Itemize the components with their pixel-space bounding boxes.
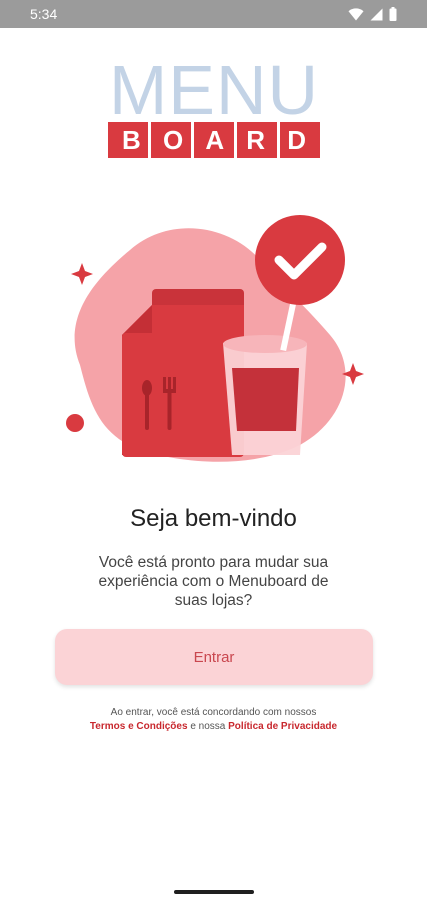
navigation-bar: [0, 868, 427, 900]
wifi-icon: [348, 7, 364, 20]
logo-divider: [148, 122, 151, 158]
legal-line: Ao entrar, você está concordando com nos…: [110, 707, 317, 718]
logo-letter: D: [287, 124, 306, 155]
legal-notice: Ao entrar, você está concordando com nos…: [0, 706, 427, 734]
welcome-title: Seja bem-vindo: [130, 505, 297, 532]
logo-board-band: B O A R D: [108, 122, 320, 158]
logo-divider: [191, 122, 194, 158]
logo-letter: A: [205, 124, 225, 155]
logo-menu-text: MENU: [108, 51, 320, 129]
cellular-signal-icon: [370, 8, 383, 20]
enter-button[interactable]: Entrar: [55, 629, 373, 685]
logo-divider: [234, 122, 237, 158]
legal-links-line: Termos e Condições e nossa Política de P…: [0, 720, 427, 734]
terms-link[interactable]: Termos e Condições: [90, 721, 188, 732]
status-icons: [348, 7, 397, 21]
logo-letter: B: [122, 124, 141, 155]
welcome-message: Você está pronto para mudar sua experiên…: [98, 554, 329, 609]
menuboard-logo: MENU B O A R D: [108, 51, 320, 158]
home-gesture-handle[interactable]: [174, 890, 254, 894]
status-bar: 5:34: [0, 0, 427, 28]
welcome-illustration: [66, 215, 364, 462]
logo-letter: O: [162, 124, 184, 155]
battery-icon: [389, 7, 397, 21]
logo-letter: R: [246, 124, 266, 155]
privacy-policy-link[interactable]: Política de Privacidade: [228, 721, 337, 732]
legal-connector: e nossa: [190, 721, 226, 732]
logo-divider: [277, 122, 280, 158]
status-time: 5:34: [30, 6, 58, 22]
